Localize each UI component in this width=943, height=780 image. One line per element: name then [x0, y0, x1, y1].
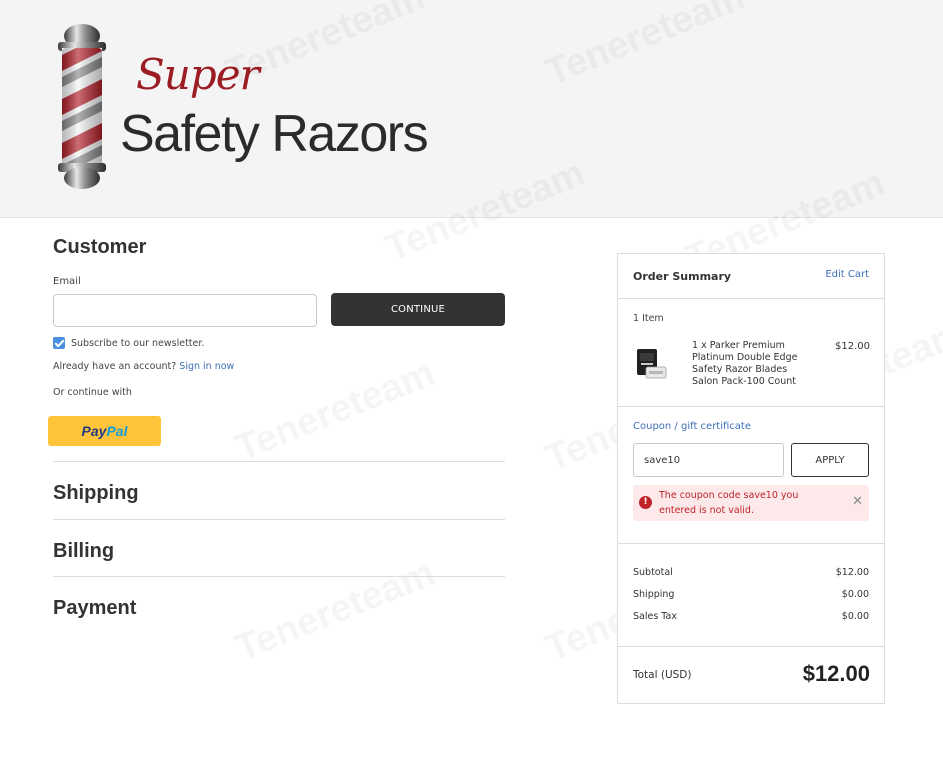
logo-name-text: Safety Razors — [120, 105, 429, 163]
paypal-pal-text: Pal — [106, 423, 128, 439]
tax-row: Sales Tax $0.00 — [633, 611, 869, 622]
product-name: 1 x Parker Premium Platinum Double Edge … — [692, 340, 798, 387]
tax-label: Sales Tax — [633, 611, 677, 622]
email-input[interactable] — [53, 294, 317, 327]
order-summary: Order Summary Edit Cart 1 Item 1 x Parke… — [617, 253, 885, 704]
coupon-error-alert: ! The coupon code save10 you entered is … — [633, 485, 869, 521]
sign-in-link[interactable]: Sign in now — [179, 361, 234, 372]
shipping-step-title: Shipping — [53, 482, 139, 504]
summary-grand-total: Total (USD) $12.00 — [618, 647, 884, 703]
email-label: Email — [53, 276, 81, 287]
tax-value: $0.00 — [841, 611, 869, 622]
watermark: Tenereteam — [230, 352, 441, 471]
summary-header: Order Summary Edit Cart — [618, 254, 884, 299]
summary-items: 1 Item 1 x Parker Premium Platinum Doubl… — [618, 299, 884, 407]
site-logo[interactable]: Super Safety Razors — [54, 24, 444, 192]
edit-cart-link[interactable]: Edit Cart — [825, 269, 869, 280]
barber-pole-icon — [58, 24, 106, 189]
payment-step-title: Payment — [53, 597, 137, 619]
total-label: Total (USD) — [633, 669, 692, 681]
sign-in-prompt: Already have an account? Sign in now — [53, 361, 234, 372]
or-continue-text: Or continue with — [53, 387, 132, 398]
newsletter-option[interactable]: Subscribe to our newsletter. — [53, 337, 204, 349]
customer-step-title: Customer — [53, 236, 147, 258]
checkout-steps: Customer Email CONTINUE Subscribe to our… — [48, 236, 505, 619]
shipping-label: Shipping — [633, 589, 675, 600]
coupon-input[interactable] — [633, 443, 784, 477]
subtotal-row: Subtotal $12.00 — [633, 567, 869, 578]
shipping-row: Shipping $0.00 — [633, 589, 869, 600]
billing-step[interactable]: Billing — [53, 519, 505, 563]
apply-coupon-button[interactable]: APPLY — [791, 443, 869, 477]
newsletter-checkbox[interactable] — [53, 337, 65, 349]
total-value: $12.00 — [802, 661, 870, 686]
already-text: Already have an account? — [53, 361, 177, 372]
item-count: 1 Item — [633, 313, 664, 324]
summary-totals: Subtotal $12.00 Shipping $0.00 Sales Tax… — [618, 544, 884, 647]
subtotal-value: $12.00 — [835, 567, 869, 578]
billing-step-title: Billing — [53, 540, 115, 562]
newsletter-label: Subscribe to our newsletter. — [71, 337, 205, 349]
coupon-toggle-link[interactable]: Coupon / gift certificate — [633, 421, 751, 432]
logo-super-text: Super — [136, 50, 260, 99]
paypal-button[interactable]: PayPal — [48, 416, 161, 446]
paypal-pay-text: Pay — [81, 423, 107, 439]
razor-blade-pack-icon — [637, 349, 667, 379]
coupon-error-message: The coupon code save10 you entered is no… — [659, 490, 799, 516]
coupon-section: Coupon / gift certificate APPLY ! The co… — [618, 407, 884, 544]
error-icon: ! — [639, 496, 652, 509]
subtotal-label: Subtotal — [633, 567, 673, 578]
payment-step[interactable]: Payment — [53, 576, 505, 620]
site-header: Super Safety Razors — [0, 0, 943, 218]
product-price: $12.00 — [835, 341, 870, 352]
summary-title: Order Summary — [633, 270, 732, 283]
close-icon[interactable]: ✕ — [852, 494, 863, 509]
shipping-value: $0.00 — [841, 589, 869, 600]
shipping-step[interactable]: Shipping — [53, 461, 505, 505]
continue-button[interactable]: CONTINUE — [331, 293, 505, 326]
